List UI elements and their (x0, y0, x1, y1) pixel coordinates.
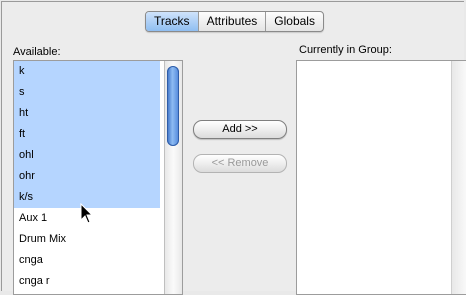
list-item[interactable]: ohl (14, 145, 160, 166)
scrollbar-thumb[interactable] (167, 66, 179, 146)
add-button[interactable]: Add >> (193, 120, 287, 139)
group-list[interactable] (296, 60, 466, 295)
list-item[interactable]: ohr (14, 166, 160, 187)
list-item[interactable]: ht (14, 103, 160, 124)
group-label: Currently in Group: (299, 44, 392, 56)
list-item[interactable]: ft (14, 124, 160, 145)
list-item[interactable]: cnga r (14, 271, 160, 292)
tab-bar: Tracks Attributes Globals (145, 11, 324, 32)
tab-globals[interactable]: Globals (266, 12, 323, 31)
available-label: Available: (13, 46, 61, 58)
list-item[interactable]: cnga (14, 250, 160, 271)
available-scrollbar[interactable] (164, 61, 182, 294)
remove-button[interactable]: << Remove (193, 154, 287, 173)
list-item[interactable]: Drum Mix (14, 229, 160, 250)
list-item[interactable]: k (14, 61, 160, 82)
tab-attributes[interactable]: Attributes (199, 12, 267, 31)
group-scrollbar[interactable] (451, 61, 466, 294)
list-item[interactable]: s (14, 82, 160, 103)
available-list[interactable]: k s ht ft ohl ohr k/s Aux 1 Drum Mix cng… (13, 60, 183, 295)
tab-tracks[interactable]: Tracks (146, 12, 199, 31)
mouse-pointer-icon (80, 203, 94, 224)
